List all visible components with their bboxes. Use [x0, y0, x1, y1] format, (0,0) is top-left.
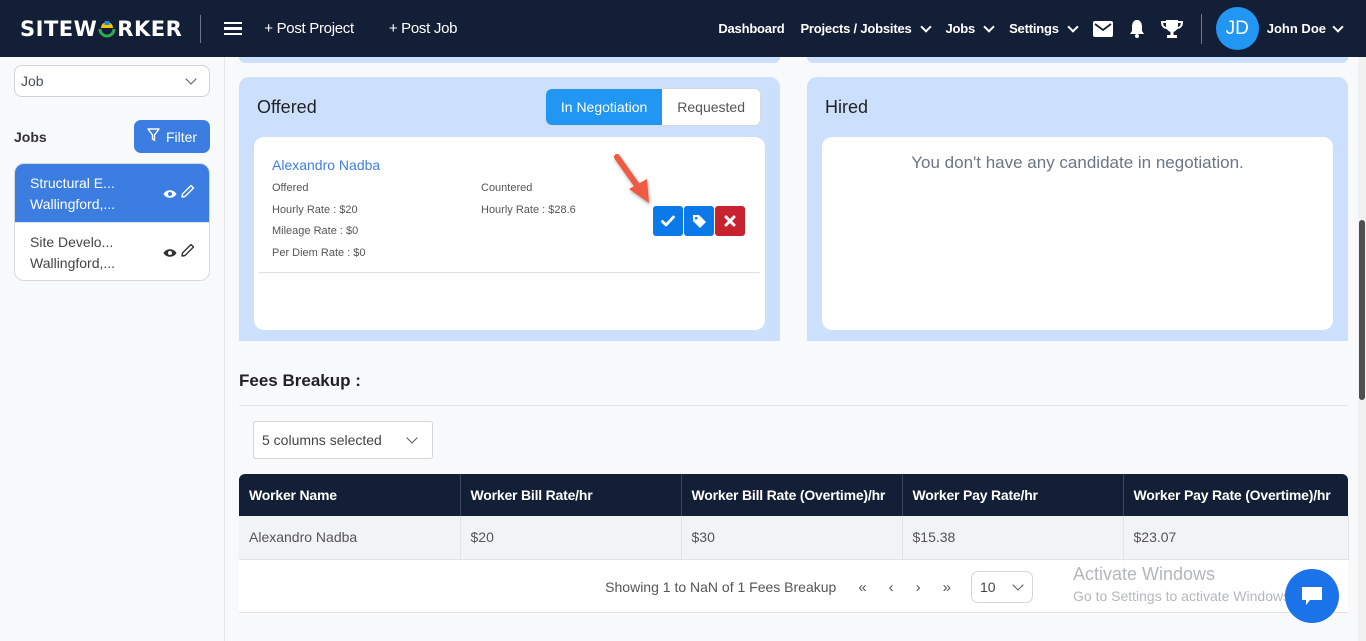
eye-icon[interactable]	[163, 184, 177, 205]
column-header[interactable]: Worker Bill Rate/hr	[460, 474, 682, 516]
nav-settings-dropdown[interactable]: Settings	[1009, 20, 1079, 36]
hired-panel: Hired You don't have any candidate in ne…	[807, 77, 1348, 341]
hired-title: Hired	[825, 97, 869, 117]
last-page-button[interactable]: »	[943, 579, 951, 596]
chevron-down-icon	[983, 20, 995, 33]
tag-icon	[692, 214, 706, 228]
chevron-down-icon	[1332, 20, 1344, 33]
bell-icon[interactable]	[1129, 19, 1145, 38]
navbar-divider	[200, 14, 202, 43]
job-list: Structural E... Wallingford,... Site Dev…	[14, 163, 210, 281]
user-menu-dropdown[interactable]: John Doe	[1267, 20, 1344, 36]
navbar-divider	[1200, 13, 1202, 44]
envelope-icon[interactable]	[1092, 20, 1113, 37]
check-icon	[661, 215, 675, 227]
main-content: Offered In Negotiation Requested Alexand…	[226, 57, 1356, 641]
candidate-card: Alexandro Nadba Offered Hourly Rate : $2…	[254, 137, 765, 330]
chevron-down-icon	[406, 432, 418, 444]
scrollbar-thumb[interactable]	[1359, 220, 1365, 400]
windows-activation-watermark: Activate Windows Go to Settings to activ…	[1073, 564, 1294, 604]
negotiation-tabs: In Negotiation Requested	[544, 88, 761, 126]
jobs-heading: Jobs	[14, 129, 47, 145]
chat-button[interactable]	[1285, 569, 1339, 623]
nav-projects-dropdown[interactable]: Projects / Jobsites	[800, 20, 932, 36]
candidate-name-link[interactable]: Alexandro Nadba	[272, 157, 380, 173]
page-scrollbar[interactable]	[1358, 57, 1366, 641]
filter-icon	[147, 128, 160, 145]
table-cell: $23.07	[1123, 516, 1349, 560]
empty-message: You don't have any candidate in negotiat…	[911, 153, 1244, 172]
sidebar: Job Jobs Filter Structural E... Wallingf…	[0, 57, 225, 641]
countered-rates: Countered Hourly Rate : $28.6	[481, 182, 576, 216]
nav-dashboard[interactable]: Dashboard	[718, 21, 784, 36]
panel-bottom-edge	[239, 57, 780, 63]
nav-jobs-dropdown[interactable]: Jobs	[946, 20, 995, 36]
columns-select[interactable]: 5 columns selected	[253, 421, 433, 459]
prev-page-button[interactable]: ‹	[889, 579, 894, 596]
first-page-button[interactable]: «	[858, 579, 866, 596]
hard-hat-logo-icon	[98, 20, 116, 38]
reject-button[interactable]	[715, 206, 745, 236]
fees-table: Worker Name Worker Bill Rate/hr Worker B…	[239, 474, 1349, 560]
chevron-down-icon	[919, 20, 932, 33]
pagination-summary: Showing 1 to NaN of 1 Fees Breakup	[605, 579, 837, 595]
column-header[interactable]: Worker Bill Rate (Overtime)/hr	[681, 474, 903, 516]
table-cell: Alexandro Nadba	[239, 516, 461, 560]
offered-rates: Offered Hourly Rate : $20 Mileage Rate :…	[272, 182, 366, 259]
trophy-icon[interactable]	[1160, 19, 1183, 38]
offered-panel: Offered In Negotiation Requested Alexand…	[239, 77, 780, 341]
table-cell: $20	[460, 516, 682, 560]
table-cell: $15.38	[902, 516, 1124, 560]
eye-icon[interactable]	[163, 243, 177, 264]
column-header[interactable]: Worker Pay Rate/hr	[902, 474, 1124, 516]
sitewoker-logo[interactable]: SITEW RKER	[20, 17, 182, 41]
menu-toggle-icon[interactable]	[224, 21, 243, 36]
section-divider	[239, 405, 1348, 406]
counter-offer-button[interactable]	[684, 206, 714, 236]
hired-card: You don't have any candidate in negotiat…	[822, 137, 1333, 330]
table-cell: $30	[681, 516, 903, 560]
per-page-select[interactable]: 10	[971, 571, 1033, 603]
table-header-row: Worker Name Worker Bill Rate/hr Worker B…	[239, 474, 1348, 516]
job-list-item[interactable]: Structural E... Wallingford,...	[15, 164, 209, 222]
fees-breakup-title: Fees Breakup :	[239, 371, 361, 390]
candidate-actions	[653, 206, 745, 236]
avatar[interactable]: JD	[1215, 7, 1259, 50]
accept-button[interactable]	[653, 206, 683, 236]
pencil-icon[interactable]	[180, 243, 195, 264]
column-header[interactable]: Worker Name	[239, 474, 461, 516]
chevron-down-icon	[1012, 579, 1024, 591]
panel-bottom-edge	[807, 57, 1348, 63]
job-list-item[interactable]: Site Develo... Wallingford,...	[15, 222, 209, 280]
tab-requested[interactable]: Requested	[662, 89, 760, 125]
type-select[interactable]: Job	[14, 65, 210, 97]
tab-in-negotiation[interactable]: In Negotiation	[545, 89, 663, 125]
column-header[interactable]: Worker Pay Rate (Overtime)/hr	[1123, 474, 1348, 516]
offered-title: Offered	[257, 97, 317, 117]
card-divider	[259, 272, 760, 273]
top-navbar: SITEW RKER + Post Project + Post Job Das…	[0, 0, 1366, 57]
filter-button[interactable]: Filter	[134, 120, 210, 153]
close-icon	[724, 215, 736, 227]
post-project-link[interactable]: + Post Project	[264, 20, 354, 37]
chevron-down-icon	[1067, 20, 1079, 33]
pencil-icon[interactable]	[180, 184, 195, 205]
chat-icon	[1302, 587, 1322, 605]
annotation-arrow-icon	[609, 151, 655, 214]
chevron-down-icon	[185, 73, 197, 85]
table-row: Alexandro Nadba $20 $30 $15.38 $23.07	[239, 516, 1349, 560]
next-page-button[interactable]: ›	[916, 579, 921, 596]
post-job-link[interactable]: + Post Job	[389, 20, 458, 37]
